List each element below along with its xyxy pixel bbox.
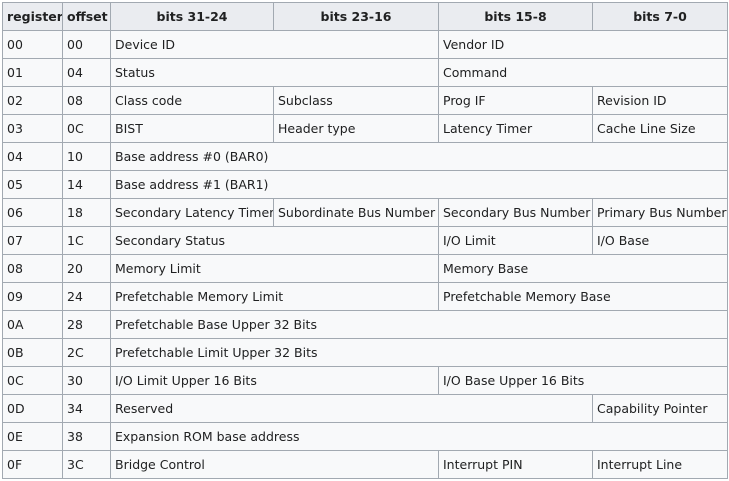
field-cell: Command xyxy=(438,58,728,87)
table-row: 04 10 Base address #0 (BAR0) xyxy=(2,142,728,171)
field-cell: Base address #1 (BAR1) xyxy=(110,170,728,199)
register-cell: 04 xyxy=(2,142,63,171)
table-row: 0C 30 I/O Limit Upper 16 Bits I/O Base Uppe… xyxy=(2,366,728,395)
offset-cell: 38 xyxy=(62,422,111,451)
offset-cell: 14 xyxy=(62,170,111,199)
field-cell: Cache Line Size xyxy=(592,114,728,143)
pci-bridge-header-table: register offset bits 31-24 bits 23-16 bi… xyxy=(2,2,728,479)
offset-cell: 18 xyxy=(62,198,111,227)
field-cell: Secondary Latency Timer xyxy=(110,198,274,227)
register-cell: 01 xyxy=(2,58,63,87)
header-row: register offset bits 31-24 bits 23-16 bi… xyxy=(2,2,728,31)
register-cell: 05 xyxy=(2,170,63,199)
field-cell: Vendor ID xyxy=(438,30,728,59)
field-cell: I/O Base Upper 16 Bits xyxy=(438,366,728,395)
table-row: 0F 3C Bridge Control Interrupt PIN Interrupt… xyxy=(2,450,728,479)
register-cell: 07 xyxy=(2,226,63,255)
field-cell: Memory Limit xyxy=(110,254,439,283)
field-cell: Device ID xyxy=(110,30,439,59)
field-cell: I/O Limit xyxy=(438,226,593,255)
offset-cell: 20 xyxy=(62,254,111,283)
table-row: 07 1C Secondary Status I/O Limit I/O Base xyxy=(2,226,728,255)
table-body: 00 00 Device ID Vendor ID 01 04 Status Command 0… xyxy=(2,30,728,479)
table-row: 06 18 Secondary Latency Timer Subordinate B… xyxy=(2,198,728,227)
offset-cell: 30 xyxy=(62,366,111,395)
field-cell: I/O Base xyxy=(592,226,728,255)
field-cell: Interrupt PIN xyxy=(438,450,593,479)
offset-cell: 3C xyxy=(62,450,111,479)
field-cell: Prefetchable Base Upper 32 Bits xyxy=(110,310,728,339)
field-cell: BIST xyxy=(110,114,274,143)
field-cell: Primary Bus Number xyxy=(592,198,728,227)
field-cell: Secondary Bus Number xyxy=(438,198,593,227)
field-cell: Bridge Control xyxy=(110,450,439,479)
field-cell: Class code xyxy=(110,86,274,115)
offset-cell: 00 xyxy=(62,30,111,59)
table-row: 0E 38 Expansion ROM base address xyxy=(2,422,728,451)
header-offset: offset xyxy=(62,2,111,31)
field-cell: Latency Timer xyxy=(438,114,593,143)
register-cell: 0B xyxy=(2,338,63,367)
register-cell: 09 xyxy=(2,282,63,311)
field-cell: Revision ID xyxy=(592,86,728,115)
register-cell: 0A xyxy=(2,310,63,339)
header-bits-23-16: bits 23-16 xyxy=(273,2,439,31)
header-bits-31-24: bits 31-24 xyxy=(110,2,274,31)
header-bits-7-0: bits 7-0 xyxy=(592,2,728,31)
offset-cell: 0C xyxy=(62,114,111,143)
field-cell: Base address #0 (BAR0) xyxy=(110,142,728,171)
register-cell: 02 xyxy=(2,86,63,115)
register-cell: 0F xyxy=(2,450,63,479)
table-row: 05 14 Base address #1 (BAR1) xyxy=(2,170,728,199)
table-row: 00 00 Device ID Vendor ID xyxy=(2,30,728,59)
field-cell: Subordinate Bus Number xyxy=(273,198,439,227)
table-row: 0A 28 Prefetchable Base Upper 32 Bits xyxy=(2,310,728,339)
field-cell: Prefetchable Memory Limit xyxy=(110,282,439,311)
offset-cell: 04 xyxy=(62,58,111,87)
offset-cell: 2C xyxy=(62,338,111,367)
field-cell: Secondary Status xyxy=(110,226,439,255)
field-cell: Reserved xyxy=(110,394,593,423)
field-cell: Header type xyxy=(273,114,439,143)
register-cell: 0E xyxy=(2,422,63,451)
offset-cell: 34 xyxy=(62,394,111,423)
offset-cell: 08 xyxy=(62,86,111,115)
field-cell: Prefetchable Memory Base xyxy=(438,282,728,311)
offset-cell: 24 xyxy=(62,282,111,311)
table-row: 0D 34 Reserved Capability Pointer xyxy=(2,394,728,423)
register-cell: 0C xyxy=(2,366,63,395)
field-cell: I/O Limit Upper 16 Bits xyxy=(110,366,439,395)
field-cell: Capability Pointer xyxy=(592,394,728,423)
table-row: 02 08 Class code Subclass Prog IF Revision ID xyxy=(2,86,728,115)
field-cell: Memory Base xyxy=(438,254,728,283)
field-cell: Subclass xyxy=(273,86,439,115)
offset-cell: 1C xyxy=(62,226,111,255)
field-cell: Expansion ROM base address xyxy=(110,422,728,451)
register-cell: 03 xyxy=(2,114,63,143)
field-cell: Prog IF xyxy=(438,86,593,115)
table-row: 09 24 Prefetchable Memory Limit Prefetchabl… xyxy=(2,282,728,311)
register-cell: 06 xyxy=(2,198,63,227)
offset-cell: 28 xyxy=(62,310,111,339)
table-row: 08 20 Memory Limit Memory Base xyxy=(2,254,728,283)
register-cell: 0D xyxy=(2,394,63,423)
table-row: 03 0C BIST Header type Latency Timer Cache Li… xyxy=(2,114,728,143)
register-cell: 00 xyxy=(2,30,63,59)
table-row: 01 04 Status Command xyxy=(2,58,728,87)
field-cell: Interrupt Line xyxy=(592,450,728,479)
header-bits-15-8: bits 15-8 xyxy=(438,2,593,31)
offset-cell: 10 xyxy=(62,142,111,171)
field-cell: Prefetchable Limit Upper 32 Bits xyxy=(110,338,728,367)
table-row: 0B 2C Prefetchable Limit Upper 32 Bits xyxy=(2,338,728,367)
register-cell: 08 xyxy=(2,254,63,283)
header-register: register xyxy=(2,2,63,31)
field-cell: Status xyxy=(110,58,439,87)
